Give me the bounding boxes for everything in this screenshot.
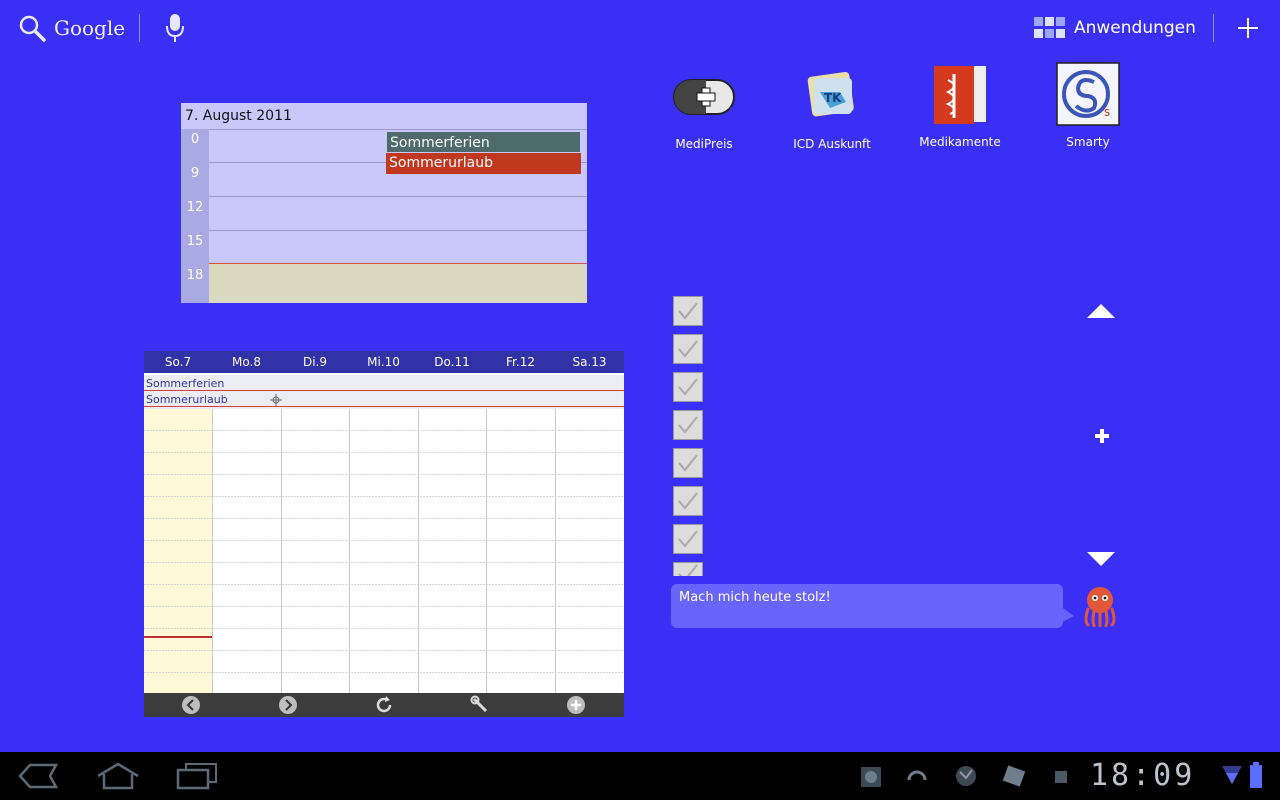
hour-line [209, 129, 587, 130]
wifi-icon [1222, 766, 1242, 784]
scroll-up-icon[interactable] [1087, 304, 1115, 318]
day-header[interactable]: Di.9 [281, 351, 349, 373]
add-task-icon[interactable] [1094, 428, 1110, 444]
app-smarty[interactable]: s Smarty [1038, 62, 1138, 149]
icd-icon: TK [807, 71, 854, 117]
allday-event-sommerferien[interactable]: Sommerferien [144, 376, 624, 391]
current-time-line [209, 263, 587, 264]
checkbox[interactable] [673, 524, 703, 554]
octopus-mascot-icon[interactable] [1082, 585, 1118, 627]
move-icon [270, 394, 282, 406]
grid-icon [1034, 17, 1065, 38]
event-sommerferien[interactable]: Sommerferien [386, 131, 581, 153]
day-date-title: 7. August 2011 [185, 108, 292, 124]
evening-area [209, 264, 587, 303]
hour-label: 12 [186, 200, 204, 215]
day-header[interactable]: Sa.13 [555, 351, 624, 373]
app-medipreis[interactable]: MediPreis [654, 64, 754, 151]
usb-icon[interactable] [1052, 768, 1070, 786]
app-label: ICD Auskunft [793, 137, 871, 151]
checkbox[interactable] [673, 448, 703, 478]
hour-label: 15 [186, 234, 204, 249]
day-header[interactable]: Mi.10 [349, 351, 418, 373]
applications-label: Anwendungen [1074, 18, 1196, 38]
motivation-bubble[interactable]: Mach mich heute stolz! [671, 584, 1063, 628]
svg-text:s: s [1104, 105, 1110, 119]
app-label: MediPreis [675, 137, 733, 151]
bubble-tail [1060, 606, 1074, 622]
sync-icon[interactable] [906, 766, 928, 788]
home-icon[interactable] [96, 762, 140, 790]
day-header[interactable]: So.7 [144, 351, 212, 373]
hour-line [209, 196, 587, 197]
medikamente-icon [934, 66, 986, 124]
allday-events: Sommerferien Sommerurlaub [144, 375, 624, 409]
globe-icon[interactable] [954, 764, 978, 788]
app-label: Smarty [1066, 135, 1110, 149]
hour-line [209, 230, 587, 231]
download-icon[interactable] [1002, 764, 1026, 788]
status-clock[interactable]: 18:09 [1090, 758, 1195, 793]
back-icon[interactable] [18, 762, 58, 790]
week-calendar-widget[interactable]: So.7 Mo.8 Di.9 Mi.10 Do.11 Fr.12 Sa.13 S… [144, 351, 624, 717]
hour-label: 18 [186, 268, 204, 283]
allday-event-sommerurlaub[interactable]: Sommerurlaub [144, 392, 624, 407]
checkbox[interactable] [673, 486, 703, 516]
week-toolbar [144, 693, 624, 717]
day-calendar-widget[interactable]: 7. August 2011 0 9 12 15 18 Sommerferien… [181, 103, 587, 303]
google-search-bar[interactable]: Google [18, 14, 125, 42]
week-grid[interactable] [144, 409, 624, 693]
battery-icon [1250, 762, 1262, 788]
recent-apps-icon[interactable] [176, 762, 218, 790]
svg-text:TK: TK [824, 91, 842, 105]
divider [1213, 14, 1214, 42]
refresh-icon[interactable] [374, 695, 394, 715]
day-header[interactable]: Do.11 [418, 351, 486, 373]
prev-icon[interactable] [181, 695, 201, 715]
checkbox[interactable] [673, 410, 703, 440]
medipreis-icon [673, 79, 735, 115]
search-icon [19, 15, 46, 42]
hour-label: 9 [190, 166, 200, 181]
hour-gutter: 0 9 12 15 18 [181, 129, 209, 303]
scroll-down-icon[interactable] [1087, 552, 1115, 566]
app-label: Medikamente [919, 135, 1001, 149]
event-sommerurlaub[interactable]: Sommerurlaub [386, 153, 581, 174]
notification-icon[interactable] [860, 766, 882, 788]
next-icon[interactable] [278, 695, 298, 715]
day-header[interactable]: Fr.12 [486, 351, 555, 373]
week-header: So.7 Mo.8 Di.9 Mi.10 Do.11 Fr.12 Sa.13 [144, 351, 624, 373]
checkbox[interactable] [673, 334, 703, 364]
app-icd-auskunft[interactable]: TK ICD Auskunft [782, 64, 882, 151]
smarty-icon: s [1056, 62, 1120, 126]
system-navigation-bar: 18:09 [0, 752, 1280, 800]
google-label: Google [54, 16, 126, 40]
app-medikamente[interactable]: Medikamente [910, 62, 1010, 149]
applications-button[interactable]: Anwendungen [1034, 14, 1196, 42]
add-icon[interactable] [566, 695, 586, 715]
checkbox[interactable] [673, 562, 703, 576]
add-widget-icon[interactable] [1236, 16, 1260, 40]
day-header[interactable]: Mo.8 [212, 351, 281, 373]
hour-label: 0 [190, 132, 200, 147]
checkbox[interactable] [673, 372, 703, 402]
checkbox[interactable] [673, 296, 703, 326]
divider [139, 14, 140, 42]
wrench-icon[interactable] [470, 695, 490, 715]
microphone-icon[interactable] [164, 12, 186, 44]
